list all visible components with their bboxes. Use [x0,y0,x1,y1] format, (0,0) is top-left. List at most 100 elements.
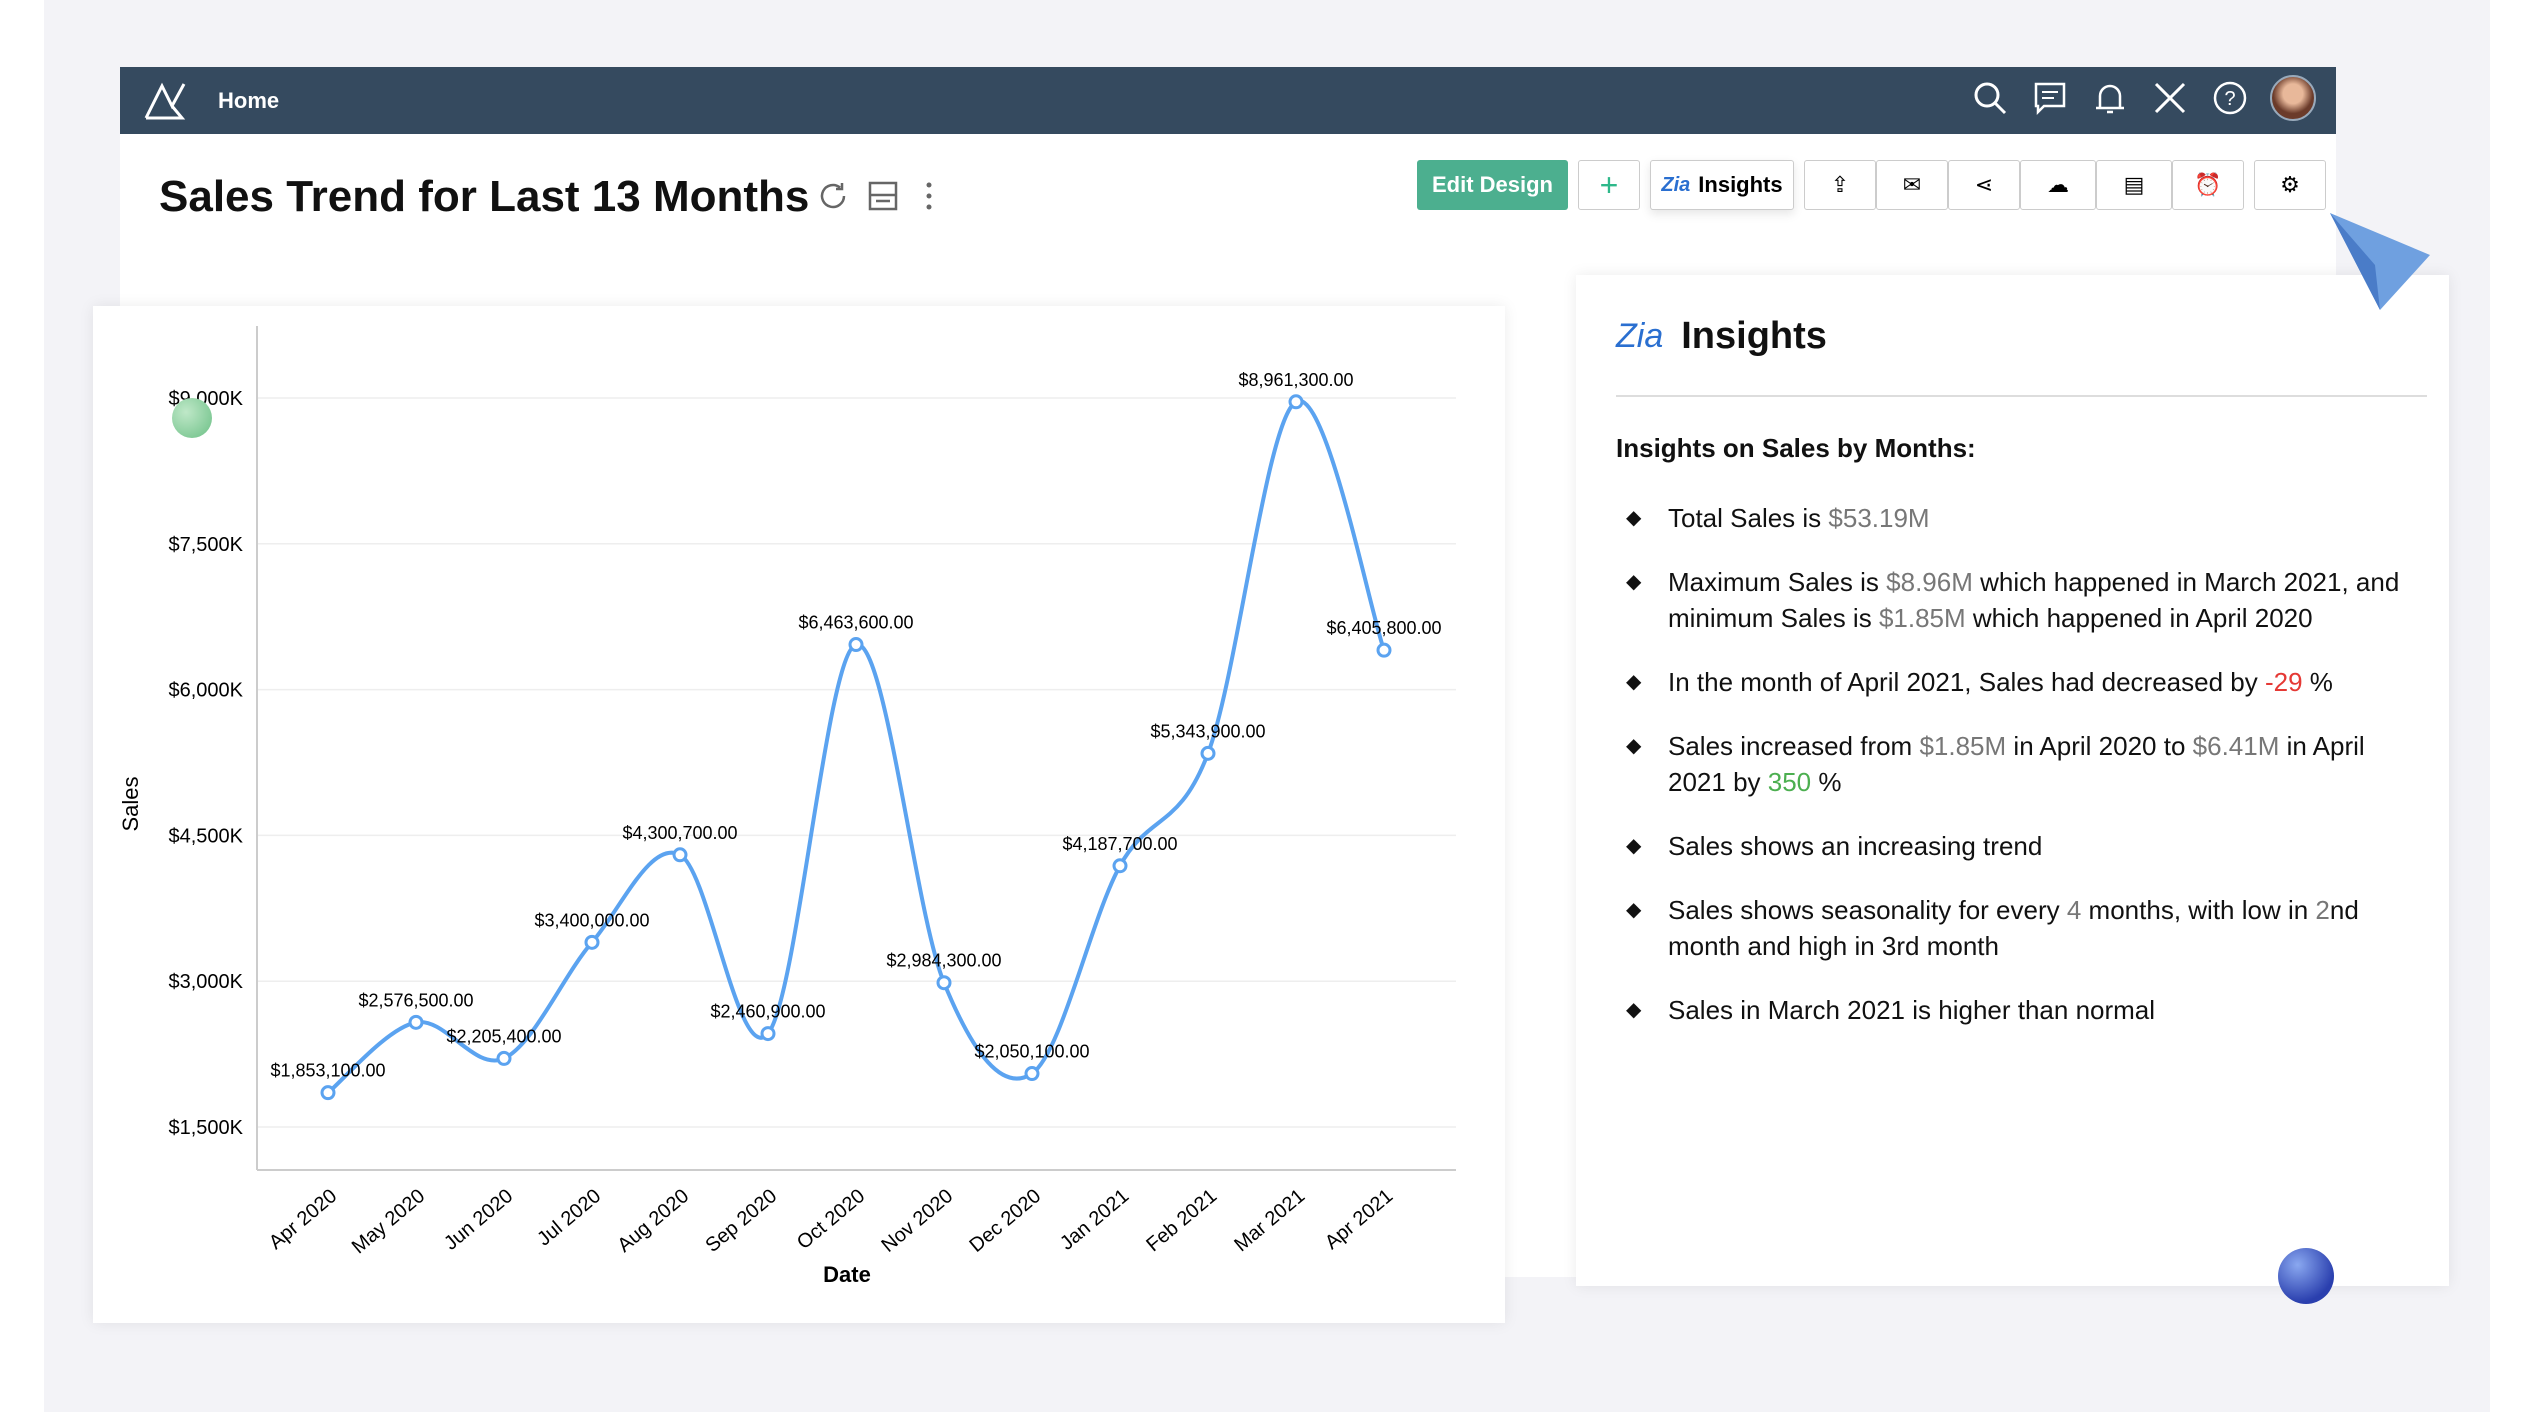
data-point [1024,1066,1040,1082]
insights-list: Total Sales is $53.19M Maximum Sales is $… [1616,500,2416,1056]
insight-value: $8.96M [1886,567,1973,597]
x-tick-label: Oct 2020 [793,1185,869,1254]
data-point [848,637,864,653]
data-label: $2,050,100.00 [974,1042,1089,1062]
insights-subtitle: Insights on Sales by Months: [1616,433,1976,463]
export-icon: ⇪ [1830,172,1850,197]
user-avatar[interactable] [2270,75,2316,121]
share-button[interactable]: ⋖ [1948,160,2020,210]
data-point [496,1050,512,1066]
insight-value: $1.85M [1878,603,1966,633]
y-tick-label: $7,500K [168,534,243,556]
data-label: $3,400,000.00 [534,910,649,930]
x-tick-label: Jun 2020 [440,1185,517,1255]
save-icon[interactable] [864,177,902,215]
refresh-icon[interactable] [814,177,852,215]
x-tick-label: Nov 2020 [877,1185,957,1257]
home-link[interactable]: Home [218,88,279,114]
cloud-upload-icon: ☁ [2047,172,2069,197]
insight-text: which happened in April 2020 [1965,603,2313,633]
data-point [672,847,688,863]
divider [1616,395,2427,397]
data-label: $2,460,900.00 [710,1002,825,1022]
insight-value: $53.19M [1828,503,1930,533]
insight-text: % [2302,667,2333,697]
email-icon: ✉ [1902,172,1922,197]
comment-icon: ▤ [2123,172,2145,197]
insight-text: % [1811,767,1842,797]
insight-value: 2 [2315,895,2330,925]
data-point [1376,642,1392,658]
x-tick-label: May 2020 [348,1185,429,1258]
data-label: $8,961,300.00 [1238,370,1353,390]
insight-value: 350 [1767,767,1812,797]
insight-text: months, with low in [2081,895,2316,925]
page-title: Sales Trend for Last 13 Months [159,172,810,221]
x-tick-label: Jan 2021 [1056,1185,1133,1255]
data-label: $5,343,900.00 [1150,721,1265,741]
insight-item: Total Sales is $53.19M [1616,500,2416,536]
decorative-green-dot [172,398,212,438]
data-point [1288,394,1304,410]
more-options-icon[interactable] [910,177,948,215]
series-line [326,399,1386,1095]
insight-text: in April 2020 to [2006,731,2193,761]
export-button[interactable]: ⇪ [1804,160,1876,210]
insight-item: Sales shows seasonality for every 4 mont… [1616,892,2416,964]
insight-item: In the month of April 2021, Sales had de… [1616,664,2416,700]
data-point [1200,745,1216,761]
data-point [1112,858,1128,874]
paper-plane-icon [2330,213,2430,310]
zia-icon: Zia [1616,317,1664,355]
data-label: $2,205,400.00 [446,1026,561,1046]
data-label: $2,984,300.00 [886,951,1001,971]
x-tick-label: Apr 2021 [1321,1185,1397,1254]
share-icon: ⋖ [1974,172,1994,197]
alarm-button[interactable]: ⏰ [2172,160,2244,210]
insight-text: Sales increased from [1668,731,1920,761]
data-point [760,1026,776,1042]
x-tick-label: Dec 2020 [965,1185,1045,1257]
insight-item: Maximum Sales is $8.96M which happened i… [1616,564,2416,636]
tools-icon[interactable] [2150,78,2190,118]
data-point [320,1085,336,1101]
comment-button[interactable]: ▤ [2096,160,2172,210]
y-tick-label: $6,000K [168,680,243,702]
y-tick-label: $4,500K [168,825,243,847]
top-bar: Home ? [120,67,2336,134]
add-button[interactable]: + [1578,160,1640,210]
insight-text: Maximum Sales is [1668,567,1887,597]
data-point [584,934,600,950]
bell-icon[interactable] [2090,78,2130,118]
chart-card: $1,500K $3,000K $4,500K $6,000K $7,500K $9,00… [93,306,1505,1323]
email-button[interactable]: ✉ [1876,160,1948,210]
insight-text: In the month of April 2021, Sales had de… [1668,667,2265,697]
insights-title: Insights [1681,315,1827,357]
data-label: $4,300,700.00 [622,823,737,843]
line-chart: $1,500K$3,000K$4,500K$6,000K$7,500K$9,00… [118,326,1456,1287]
help-icon[interactable]: ? [2210,78,2250,118]
data-point [936,975,952,991]
publish-button[interactable]: ☁ [2020,160,2096,210]
insight-value: 4 [2066,895,2082,925]
app-logo-icon[interactable] [142,78,188,124]
insight-item: Sales increased from $1.85M in April 202… [1616,728,2416,800]
search-icon[interactable] [1970,78,2010,118]
insight-text: Sales shows seasonality for every [1668,895,2067,925]
y-tick-label: $1,500K [168,1117,243,1139]
insight-value: -29 [2264,667,2303,697]
insights-button[interactable]: Zia Insights [1650,160,1794,210]
edit-design-button[interactable]: Edit Design [1417,160,1568,210]
x-tick-label: Aug 2020 [613,1185,693,1257]
chat-icon[interactable] [2030,78,2070,118]
settings-button[interactable]: ⚙ [2254,160,2326,210]
data-point [408,1014,424,1030]
y-tick-label: $3,000K [168,971,243,993]
gear-icon: ⚙ [2280,172,2300,197]
x-tick-label: Feb 2021 [1142,1185,1221,1256]
data-label: $6,463,600.00 [798,613,913,633]
insight-item: Sales shows an increasing trend [1616,828,2416,864]
insight-item: Sales in March 2021 is higher than norma… [1616,992,2416,1028]
decorative-blue-sphere [2278,1248,2334,1304]
insight-value: $6.41M [2192,731,2280,761]
